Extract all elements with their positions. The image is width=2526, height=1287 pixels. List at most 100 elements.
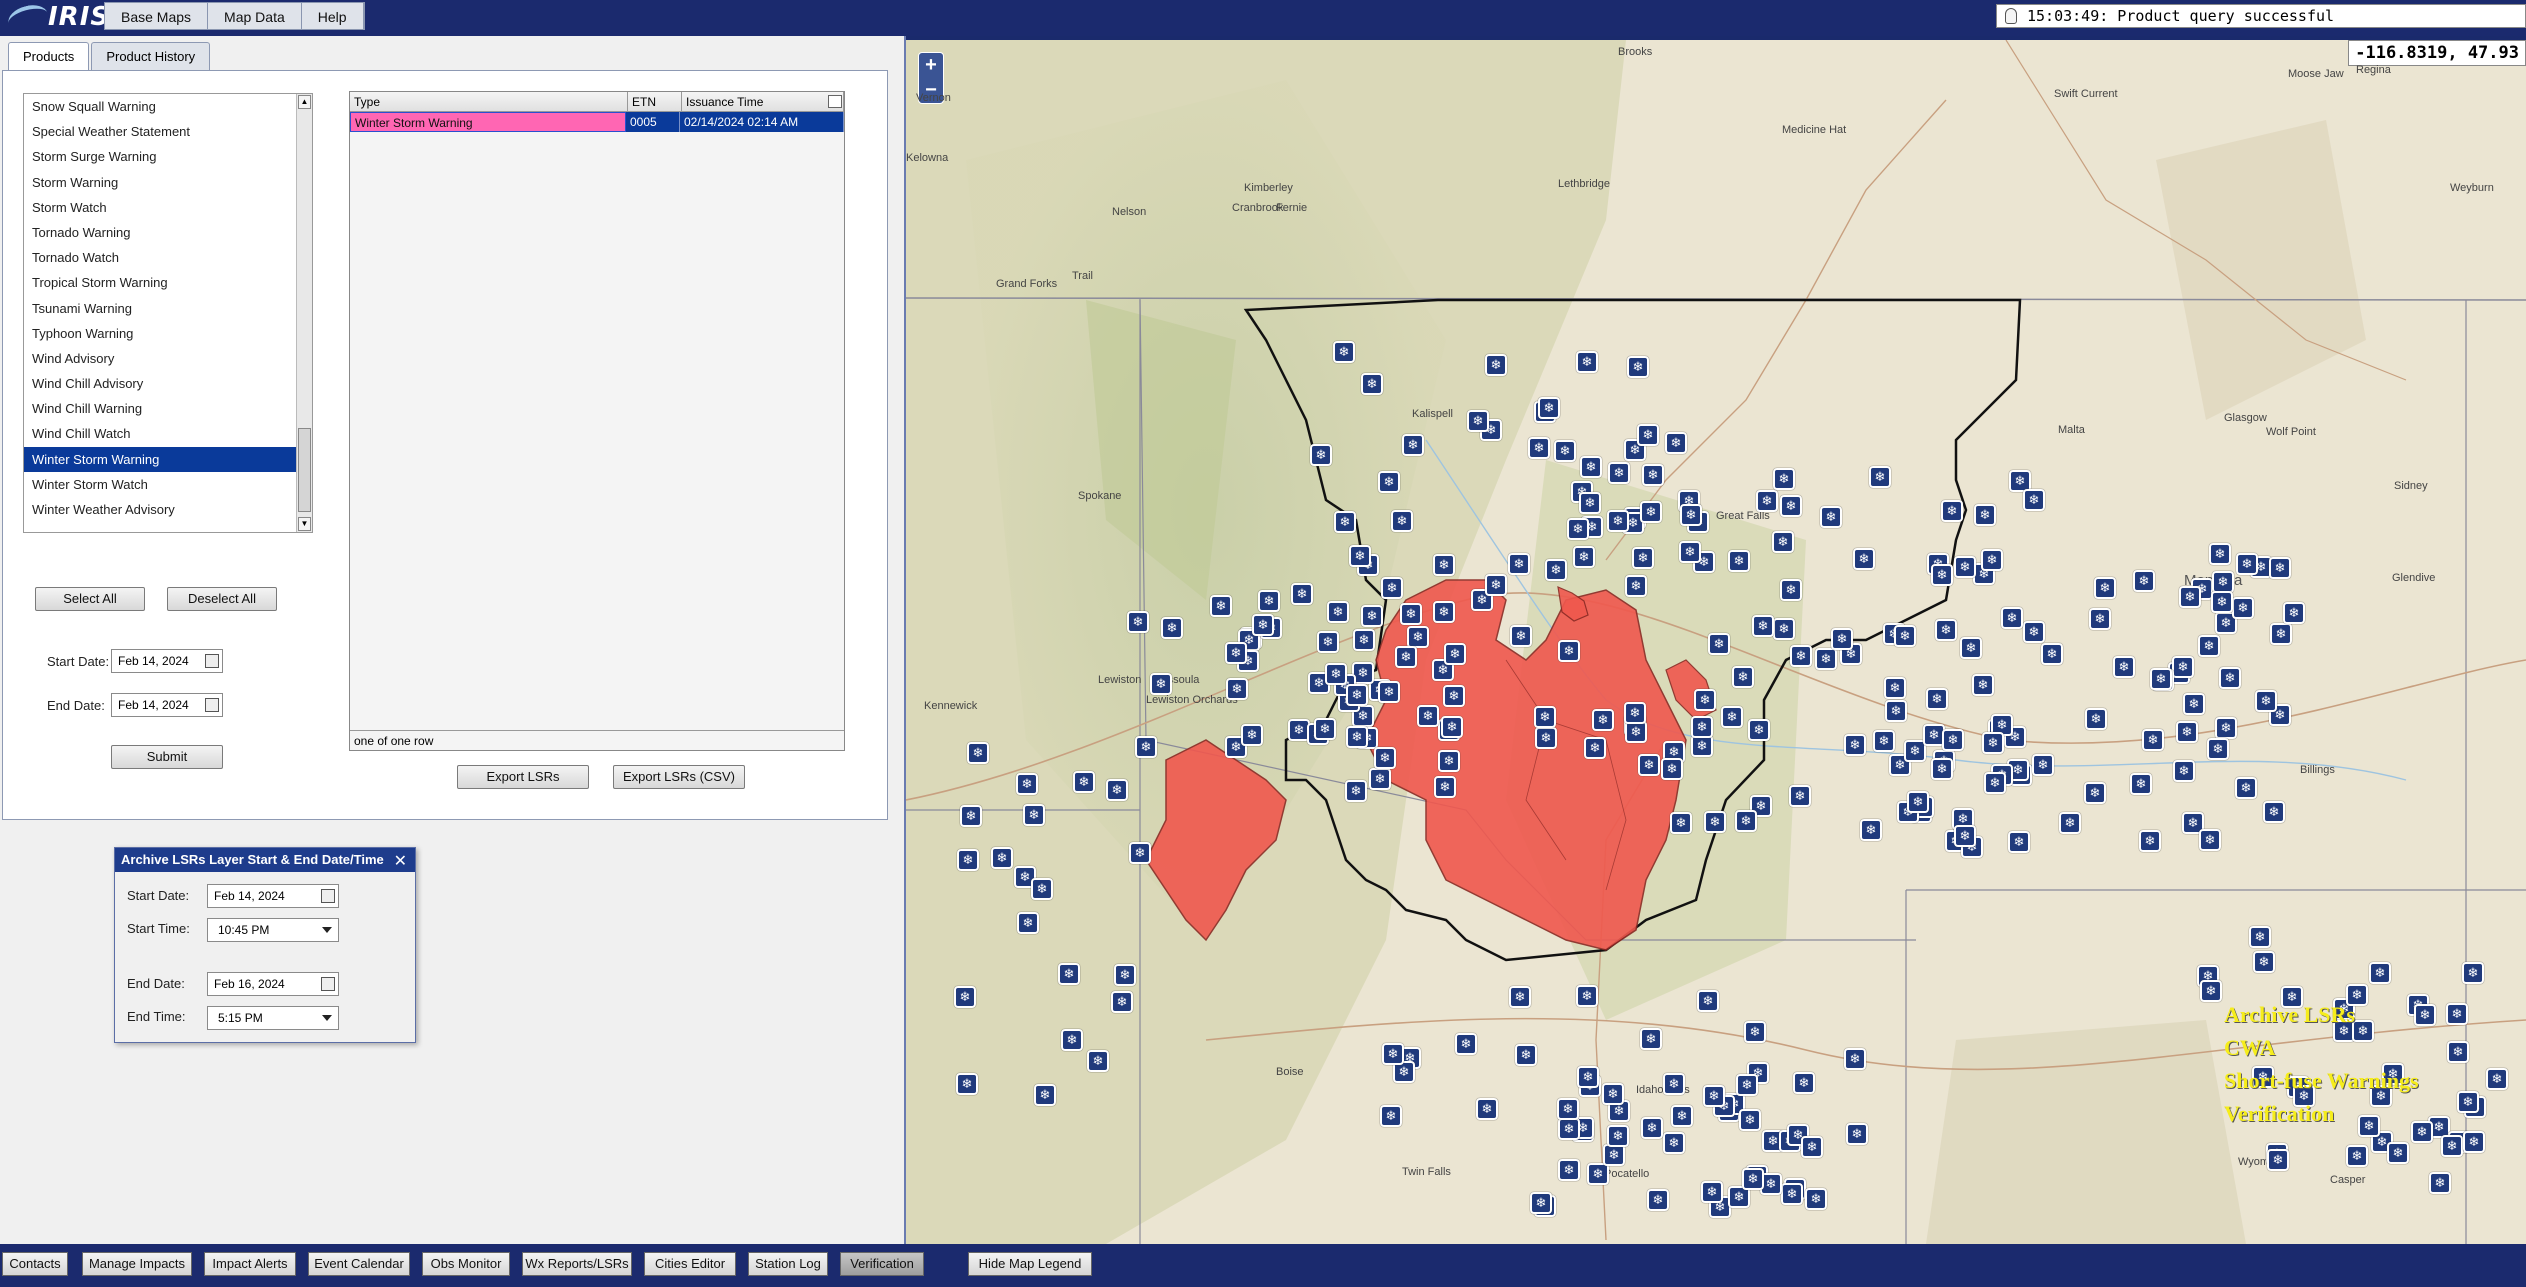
snow-report-icon[interactable]: ❄ (1114, 964, 1136, 986)
snow-report-icon[interactable]: ❄ (1485, 354, 1507, 376)
list-item[interactable]: Tsunami Warning (24, 296, 312, 321)
archive-start-time-select[interactable]: 10:45 PM (207, 918, 339, 942)
tab-product-history[interactable]: Product History (91, 42, 211, 70)
snow-report-icon[interactable]: ❄ (1438, 750, 1460, 772)
snow-report-icon[interactable]: ❄ (960, 805, 982, 827)
list-item[interactable]: Typhoon Warning (24, 321, 312, 346)
snow-report-icon[interactable]: ❄ (1728, 550, 1750, 572)
snow-report-icon[interactable]: ❄ (2235, 777, 2257, 799)
calendar-icon[interactable] (321, 977, 335, 991)
list-item[interactable]: Storm Warning (24, 170, 312, 195)
snow-report-icon[interactable]: ❄ (2263, 801, 2285, 823)
snow-report-icon[interactable]: ❄ (2023, 489, 2045, 511)
snow-report-icon[interactable]: ❄ (954, 986, 976, 1008)
snow-report-icon[interactable]: ❄ (1579, 492, 1601, 514)
list-item[interactable]: Tornado Watch (24, 245, 312, 270)
snow-report-icon[interactable]: ❄ (2462, 962, 2484, 984)
snow-report-icon[interactable]: ❄ (1361, 373, 1383, 395)
list-item[interactable]: Storm Surge Warning (24, 144, 312, 169)
snow-report-icon[interactable]: ❄ (1772, 531, 1794, 553)
snow-report-icon[interactable]: ❄ (1530, 1192, 1552, 1214)
snow-report-icon[interactable]: ❄ (1603, 1144, 1625, 1166)
snow-report-icon[interactable]: ❄ (1508, 553, 1530, 575)
end-date-field[interactable]: Feb 14, 2024 (111, 693, 223, 717)
snow-report-icon[interactable]: ❄ (1374, 747, 1396, 769)
wx-reports-lsrs-button[interactable]: Wx Reports/LSRs (522, 1252, 632, 1276)
snow-report-icon[interactable]: ❄ (1327, 601, 1349, 623)
snow-report-icon[interactable]: ❄ (1485, 574, 1507, 596)
snow-report-icon[interactable]: ❄ (1869, 466, 1891, 488)
deselect-all-button[interactable]: Deselect All (167, 587, 277, 611)
snow-report-icon[interactable]: ❄ (2236, 553, 2258, 575)
snow-report-icon[interactable]: ❄ (1982, 732, 2004, 754)
snow-report-icon[interactable]: ❄ (2008, 831, 2030, 853)
snow-report-icon[interactable]: ❄ (2199, 829, 2221, 851)
start-date-field[interactable]: Feb 14, 2024 (111, 649, 223, 673)
snow-report-icon[interactable]: ❄ (2001, 607, 2023, 629)
snow-report-icon[interactable]: ❄ (1984, 772, 2006, 794)
snow-report-icon[interactable]: ❄ (1846, 1123, 1868, 1145)
contacts-button[interactable]: Contacts (2, 1252, 68, 1276)
snow-report-icon[interactable]: ❄ (1642, 464, 1664, 486)
list-item[interactable]: Winter Storm Watch (24, 472, 312, 497)
snow-report-icon[interactable]: ❄ (1704, 811, 1726, 833)
snow-report-icon[interactable]: ❄ (1584, 737, 1606, 759)
snow-report-icon[interactable]: ❄ (1333, 341, 1355, 363)
menu-base-maps[interactable]: Base Maps (105, 3, 209, 29)
snow-report-icon[interactable]: ❄ (1790, 645, 1812, 667)
archive-start-date-field[interactable]: Feb 14, 2024 (207, 884, 339, 908)
snow-report-icon[interactable]: ❄ (1587, 1163, 1609, 1185)
snow-report-icon[interactable]: ❄ (1752, 615, 1774, 637)
snow-report-icon[interactable]: ❄ (1545, 559, 1567, 581)
snow-report-icon[interactable]: ❄ (1381, 577, 1403, 599)
snow-report-icon[interactable]: ❄ (1671, 1105, 1693, 1127)
snow-report-icon[interactable]: ❄ (1061, 1029, 1083, 1051)
snow-report-icon[interactable]: ❄ (2211, 591, 2233, 613)
snow-report-icon[interactable]: ❄ (2172, 656, 2194, 678)
snow-report-icon[interactable]: ❄ (1567, 518, 1589, 540)
snow-report-icon[interactable]: ❄ (2059, 812, 2081, 834)
snow-report-icon[interactable]: ❄ (1573, 546, 1595, 568)
snow-report-icon[interactable]: ❄ (2089, 608, 2111, 630)
snow-report-icon[interactable]: ❄ (1701, 1181, 1723, 1203)
snow-report-icon[interactable]: ❄ (1444, 643, 1466, 665)
snow-report-icon[interactable]: ❄ (1680, 504, 1702, 526)
snow-report-icon[interactable]: ❄ (1580, 456, 1602, 478)
impact-alerts-button[interactable]: Impact Alerts (204, 1252, 296, 1276)
snow-report-icon[interactable]: ❄ (1627, 356, 1649, 378)
snow-report-icon[interactable]: ❄ (1592, 709, 1614, 731)
snow-report-icon[interactable]: ❄ (1034, 1084, 1056, 1106)
snow-report-icon[interactable]: ❄ (1554, 440, 1576, 462)
snow-report-icon[interactable]: ❄ (1577, 1066, 1599, 1088)
snow-report-icon[interactable]: ❄ (1535, 727, 1557, 749)
snow-report-icon[interactable]: ❄ (1661, 758, 1683, 780)
menu-help[interactable]: Help (302, 3, 364, 29)
snow-report-icon[interactable]: ❄ (2032, 754, 2054, 776)
snow-report-icon[interactable]: ❄ (1907, 791, 1929, 813)
snow-report-icon[interactable]: ❄ (1433, 601, 1455, 623)
snow-report-icon[interactable]: ❄ (1647, 1189, 1669, 1211)
snow-report-icon[interactable]: ❄ (1058, 963, 1080, 985)
snow-report-icon[interactable]: ❄ (1353, 629, 1375, 651)
column-menu-icon[interactable] (828, 95, 842, 108)
snow-report-icon[interactable]: ❄ (1691, 716, 1713, 738)
event-calendar-button[interactable]: Event Calendar (308, 1252, 410, 1276)
snow-report-icon[interactable]: ❄ (2142, 729, 2164, 751)
verification-button[interactable]: Verification (840, 1252, 924, 1276)
snow-report-icon[interactable]: ❄ (1576, 985, 1598, 1007)
snow-report-icon[interactable]: ❄ (1528, 437, 1550, 459)
snow-report-icon[interactable]: ❄ (1252, 614, 1274, 636)
snow-report-icon[interactable]: ❄ (1732, 666, 1754, 688)
snow-report-icon[interactable]: ❄ (1931, 758, 1953, 780)
snow-report-icon[interactable]: ❄ (1885, 700, 1907, 722)
snow-report-icon[interactable]: ❄ (1708, 633, 1730, 655)
snow-report-icon[interactable]: ❄ (2179, 586, 2201, 608)
snow-report-icon[interactable]: ❄ (2113, 656, 2135, 678)
snow-report-icon[interactable]: ❄ (2023, 621, 2045, 643)
snow-report-icon[interactable]: ❄ (1467, 410, 1489, 432)
snow-report-icon[interactable]: ❄ (2253, 951, 2275, 973)
product-type-list[interactable]: Snow Squall Warning Special Weather State… (23, 93, 313, 533)
snow-report-icon[interactable]: ❄ (2212, 571, 2234, 593)
snow-report-icon[interactable]: ❄ (1625, 721, 1647, 743)
snow-report-icon[interactable]: ❄ (1073, 771, 1095, 793)
